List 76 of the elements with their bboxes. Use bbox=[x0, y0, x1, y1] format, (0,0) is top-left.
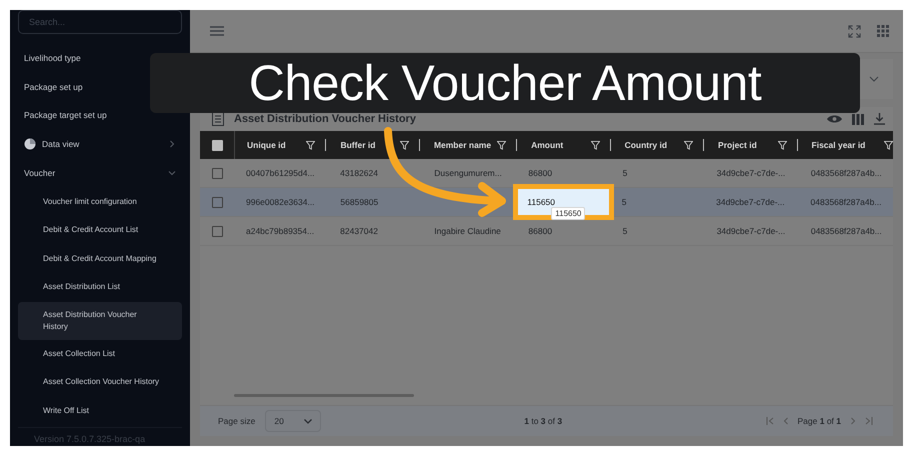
page-size-label: Page size bbox=[218, 416, 256, 426]
filter-icon[interactable] bbox=[497, 140, 506, 150]
table-cell: a24bc79b89354... bbox=[246, 226, 314, 236]
scrollbar[interactable] bbox=[234, 394, 414, 397]
sidebar-item[interactable]: Asset Collection Voucher History bbox=[18, 368, 182, 396]
table-cell: 43182624 bbox=[340, 168, 378, 178]
table-cell: 00407b61295d4... bbox=[246, 168, 315, 178]
sidebar-item[interactable]: Package target set up bbox=[18, 101, 113, 130]
table-cell: 34d9cbe7-c7de-... bbox=[716, 226, 786, 236]
fullscreen-icon[interactable] bbox=[848, 24, 861, 38]
last-page-icon[interactable] bbox=[865, 417, 874, 425]
checkbox[interactable] bbox=[212, 168, 222, 178]
download-icon[interactable] bbox=[874, 113, 885, 125]
filter-icon[interactable] bbox=[590, 140, 600, 150]
table-cell: 5 bbox=[622, 197, 626, 207]
chevron-down-icon[interactable] bbox=[869, 76, 879, 82]
column-header[interactable]: Project id bbox=[718, 140, 757, 150]
table-cell: 996e0082e3634... bbox=[246, 197, 315, 207]
column-header[interactable]: Unique id bbox=[247, 140, 286, 150]
table-cell: 0483568f287a4b... bbox=[810, 226, 882, 236]
sidebar-item[interactable]: Debit & Credit Account List bbox=[18, 216, 182, 244]
table-cell: Ingabire Claudine bbox=[434, 226, 501, 236]
sidebar-item[interactable]: Asset Distribution Voucher History bbox=[18, 302, 182, 340]
checkbox[interactable] bbox=[212, 196, 222, 208]
sidebar-item[interactable]: Write Off List bbox=[18, 396, 182, 425]
table-cell: 34d9cbe7-c7de-... bbox=[716, 168, 786, 178]
column-header[interactable]: Member name bbox=[434, 140, 492, 150]
sidebar-item[interactable]: Livelihood type bbox=[18, 44, 87, 72]
row-range: 1 to 3 of 3 bbox=[524, 416, 562, 426]
sidebar-item[interactable]: Debit & Credit Account Mapping bbox=[18, 244, 182, 273]
columns-icon[interactable] bbox=[852, 114, 864, 124]
filter-icon[interactable] bbox=[884, 140, 893, 150]
table-cell: 56859805 bbox=[340, 197, 378, 207]
caret-icon bbox=[304, 418, 312, 424]
checkbox[interactable] bbox=[212, 226, 222, 236]
table-cell: 86800 bbox=[528, 226, 552, 236]
page-indicator: Page 1 of 1 bbox=[798, 416, 842, 426]
table-cell: 34d9cbe7-c7de-... bbox=[716, 197, 785, 207]
table-cell: 82437042 bbox=[340, 226, 378, 236]
column-header[interactable]: Amount bbox=[531, 140, 564, 150]
page-size-select[interactable]: 20 bbox=[265, 410, 321, 432]
sidebar-item[interactable]: Asset Collection List bbox=[18, 340, 182, 368]
eye-icon[interactable] bbox=[827, 114, 842, 124]
filter-icon[interactable] bbox=[778, 140, 787, 150]
filter-icon[interactable] bbox=[684, 140, 694, 150]
table-cell: 5 bbox=[622, 168, 628, 178]
sidebar-item[interactable]: Package set up bbox=[18, 72, 89, 101]
caption-banner: Check Voucher Amount bbox=[150, 53, 860, 113]
filter-icon[interactable] bbox=[400, 140, 409, 150]
column-header[interactable]: Fiscal year id bbox=[812, 140, 866, 150]
table-cell: 0483568f287a4b... bbox=[810, 168, 882, 178]
first-page-icon[interactable] bbox=[766, 417, 774, 425]
previous-page-icon[interactable] bbox=[782, 417, 790, 425]
menu-icon[interactable] bbox=[210, 26, 224, 36]
table-cell: 115650 bbox=[527, 197, 555, 207]
search-field[interactable]: Search... bbox=[18, 10, 182, 34]
pie-chart-icon bbox=[24, 138, 36, 150]
sidebar-item[interactable]: Asset Distribution List bbox=[18, 273, 182, 302]
document-icon bbox=[212, 112, 224, 126]
sidebar-group[interactable]: Data view bbox=[42, 139, 162, 149]
table-cell: 5 bbox=[622, 226, 628, 236]
column-header[interactable]: Country id bbox=[624, 140, 668, 150]
sidebar-item[interactable]: Voucher limit configuration bbox=[18, 188, 182, 216]
table-cell: Dusengumurem... bbox=[434, 168, 502, 178]
table-cell: 86800 bbox=[528, 168, 552, 178]
table-title: Asset Distribution Voucher History bbox=[234, 113, 416, 125]
sidebar-group[interactable]: Voucher bbox=[24, 168, 162, 178]
next-page-icon[interactable] bbox=[849, 417, 858, 425]
chevron-right-icon[interactable] bbox=[168, 140, 176, 148]
checkbox[interactable] bbox=[212, 140, 222, 150]
filter-icon[interactable] bbox=[306, 140, 316, 150]
table-cell: 0483568f287a4b... bbox=[810, 197, 882, 207]
chevron-down-icon[interactable] bbox=[168, 169, 176, 177]
column-header[interactable]: Buffer id bbox=[340, 140, 376, 150]
tooltip: 115650 bbox=[551, 207, 586, 220]
apps-grid-icon[interactable] bbox=[877, 25, 889, 37]
